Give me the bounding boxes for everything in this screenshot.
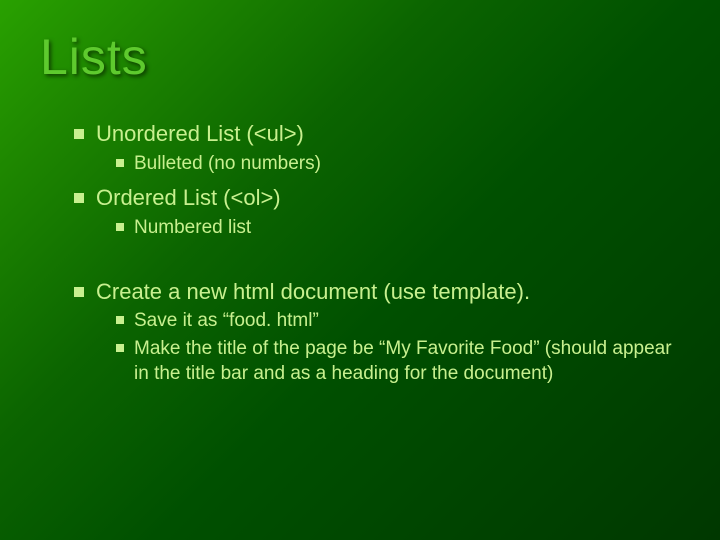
list-item-text: Make the title of the page be “My Favori… xyxy=(134,337,680,386)
square-bullet-icon xyxy=(74,129,84,139)
list-item: Make the title of the page be “My Favori… xyxy=(116,337,680,386)
list-item-text: Create a new html document (use template… xyxy=(96,278,680,307)
square-bullet-icon xyxy=(74,193,84,203)
list-item-text: Bulleted (no numbers) xyxy=(134,152,680,177)
list-item-text: Save it as “food. html” xyxy=(134,309,680,334)
list-item-text: Unordered List (<ul>) xyxy=(96,120,680,149)
list-item: Numbered list xyxy=(116,216,680,241)
square-bullet-icon xyxy=(116,223,124,231)
square-bullet-icon xyxy=(116,316,124,324)
slide-title: Lists xyxy=(40,28,680,86)
slide-body: Unordered List (<ul>) Bulleted (no numbe… xyxy=(40,120,680,386)
list-item: Bulleted (no numbers) xyxy=(116,152,680,177)
square-bullet-icon xyxy=(74,287,84,297)
slide: Lists Unordered List (<ul>) Bulleted (no… xyxy=(0,0,720,540)
list-item-text: Ordered List (<ol>) xyxy=(96,184,680,213)
spacer xyxy=(40,244,680,270)
list-item: Ordered List (<ol>) xyxy=(74,184,680,213)
list-item: Save it as “food. html” xyxy=(116,309,680,334)
square-bullet-icon xyxy=(116,159,124,167)
list-item: Create a new html document (use template… xyxy=(74,278,680,307)
square-bullet-icon xyxy=(116,344,124,352)
list-item: Unordered List (<ul>) xyxy=(74,120,680,149)
list-item-text: Numbered list xyxy=(134,216,680,241)
